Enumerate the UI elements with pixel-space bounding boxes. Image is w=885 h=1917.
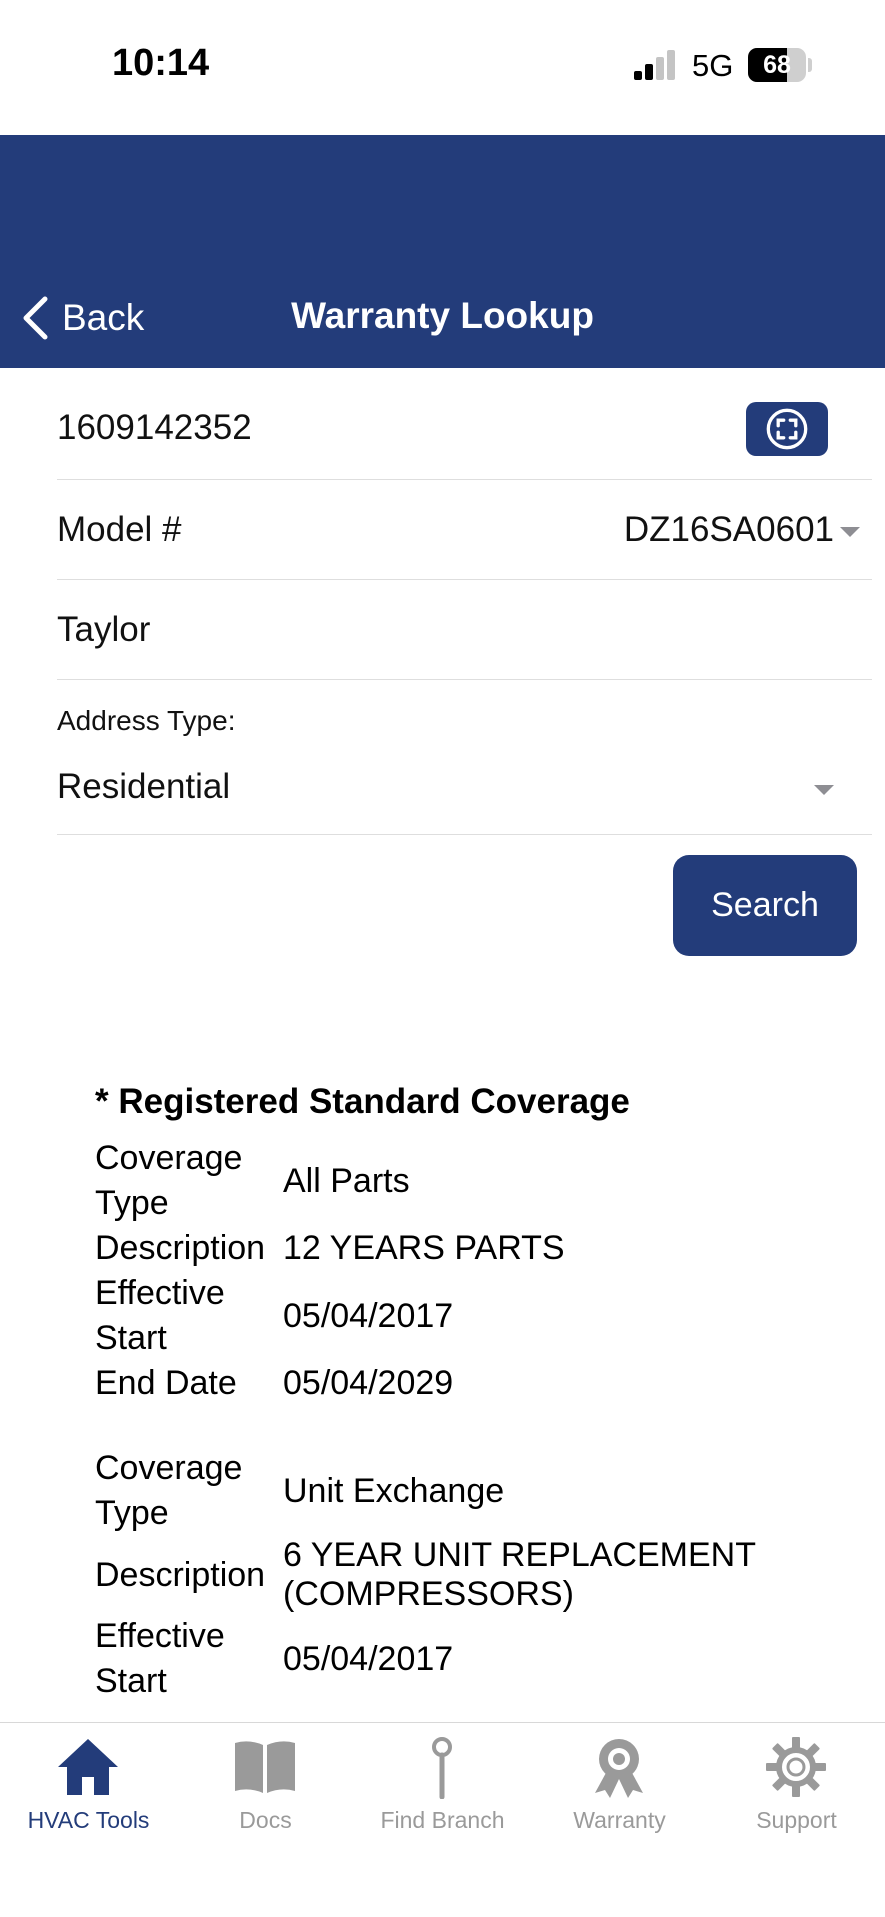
battery-tip (808, 58, 812, 72)
tab-support[interactable]: Support (708, 1723, 885, 1843)
coverage-row: Effective Start 05/04/2017 (95, 1614, 835, 1704)
network-type: 5G (692, 48, 734, 83)
model-number-label: Model # (57, 510, 182, 549)
page-title: Warranty Lookup (291, 295, 594, 336)
coverage-field-label: Coverage Type (95, 1139, 243, 1222)
coverage-results: * Registered Standard Coverage Coverage … (95, 1080, 835, 1722)
coverage-row: Coverage Type Unit Exchange (95, 1446, 835, 1536)
award-ribbon-icon (595, 1739, 643, 1798)
map-pin-icon (432, 1737, 452, 1799)
coverage-row: Coverage Type All Parts (95, 1136, 835, 1226)
coverage-field-label: Description (95, 1555, 266, 1594)
coverage-field-value: Unit Exchange (283, 1471, 505, 1510)
serial-number-value: 1609142352 (57, 408, 252, 447)
scan-button[interactable] (746, 402, 828, 456)
tab-find-branch[interactable]: Find Branch (354, 1723, 531, 1843)
home-icon (58, 1739, 118, 1795)
coverage-entry: Coverage Type All Parts Description 12 YEAR… (95, 1136, 835, 1406)
address-type-value: Residential (57, 767, 231, 806)
gear-icon (766, 1737, 826, 1797)
signal-bar (634, 71, 642, 80)
coverage-row: End Date 05/04/2029 (95, 1361, 835, 1406)
battery-icon: 68 (748, 48, 806, 82)
coverage-field-value: 05/04/2017 (283, 1639, 454, 1678)
tab-label: Docs (239, 1807, 292, 1833)
signal-bar (645, 64, 653, 80)
coverage-list: Coverage Type All Parts Description 12 YEAR… (95, 1136, 835, 1704)
coverage-field-value: All Parts (283, 1161, 410, 1200)
coverage-field-value: 05/04/2017 (283, 1296, 454, 1335)
tab-hvac-tools[interactable]: HVAC Tools (0, 1723, 177, 1843)
model-number-value: DZ16SA0601 (623, 510, 834, 549)
tab-label: Warranty (573, 1807, 666, 1833)
signal-bar (667, 50, 675, 80)
coverage-entry: Coverage Type Unit Exchange Description 6 Y… (95, 1446, 835, 1704)
coverage-heading: * Registered Standard Coverage (95, 1082, 630, 1121)
coverage-field-value: 05/04/2029 (283, 1364, 454, 1402)
dropdown-caret-icon (814, 785, 834, 795)
battery-percentage: 68 (763, 51, 791, 79)
tab-docs[interactable]: Docs (177, 1723, 354, 1843)
name-field[interactable]: Taylor (57, 580, 872, 680)
address-type-label: Address Type: (57, 705, 236, 736)
status-bar: 10:14 5G 68 (0, 0, 885, 135)
tab-bar: HVAC Tools Docs Find Branch Warranty Sup… (0, 1722, 885, 1917)
coverage-field-label: Effective Start (95, 1617, 225, 1700)
coverage-field-label: End Date (95, 1364, 237, 1402)
coverage-field-label: Description (95, 1229, 266, 1267)
serial-number-field[interactable]: 1609142352 (57, 368, 872, 480)
coverage-field-value: 6 YEAR UNIT REPLACEMENT (COMPRESSORS) (283, 1536, 756, 1613)
status-time: 10:14 (112, 42, 210, 84)
coverage-row: Description 6 YEAR UNIT REPLACEMENT (COMP… (95, 1536, 835, 1614)
coverage-row: Effective Start 05/04/2017 (95, 1271, 835, 1361)
search-button[interactable]: Search (673, 855, 857, 956)
tab-label: HVAC Tools (27, 1807, 150, 1833)
name-value: Taylor (57, 610, 151, 649)
coverage-row: Description 12 YEARS PARTS (95, 1226, 835, 1271)
navigation-bar: Back Warranty Lookup (0, 135, 885, 368)
barcode-scan-icon (766, 408, 808, 450)
book-icon (235, 1741, 295, 1793)
coverage-field-label: Effective Start (95, 1274, 225, 1357)
model-number-select[interactable]: Model # DZ16SA0601 (57, 480, 872, 580)
dropdown-caret-icon (840, 527, 860, 537)
tab-warranty[interactable]: Warranty (531, 1723, 708, 1843)
tab-label: Support (756, 1807, 837, 1833)
tab-label: Find Branch (380, 1807, 505, 1833)
signal-strength-icon (634, 50, 678, 80)
signal-bar (656, 57, 664, 80)
coverage-field-label: Coverage Type (95, 1449, 243, 1532)
coverage-field-value: 12 YEARS PARTS (283, 1229, 565, 1267)
address-type-select[interactable]: Residential (57, 745, 872, 835)
